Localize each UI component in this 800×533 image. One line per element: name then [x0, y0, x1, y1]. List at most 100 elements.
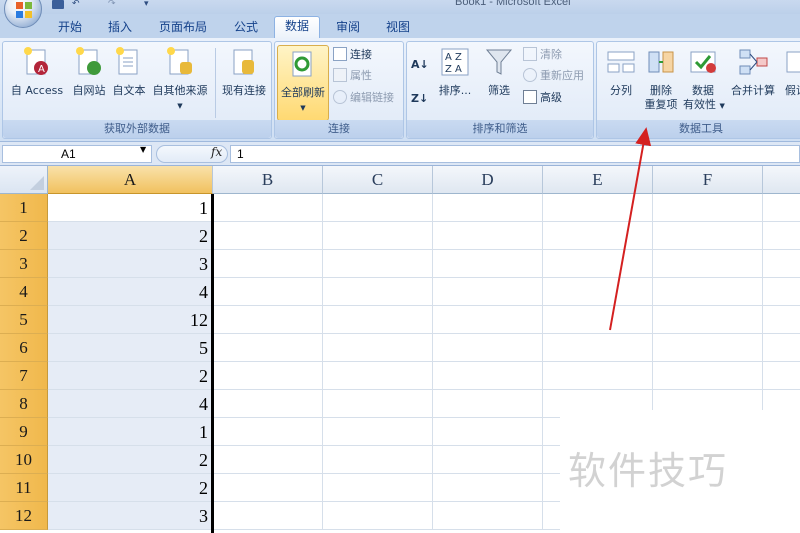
from-text-button[interactable]: 自文本 [109, 46, 149, 98]
cell[interactable] [763, 250, 800, 278]
insert-function-icon[interactable]: fx [211, 145, 222, 159]
from-web-button[interactable]: 自网站 [69, 46, 109, 98]
cell[interactable] [433, 194, 543, 222]
cell[interactable] [433, 362, 543, 390]
cell[interactable] [543, 194, 653, 222]
cell[interactable] [433, 502, 543, 530]
tab-data[interactable]: 数据 [274, 16, 320, 40]
cell[interactable] [213, 362, 323, 390]
cell-a5[interactable]: 12 [48, 306, 213, 334]
row-header-5[interactable]: 5 [0, 306, 48, 334]
cell[interactable] [543, 278, 653, 306]
redo-icon[interactable]: ↷ [108, 0, 120, 9]
cell-a10[interactable]: 2 [48, 446, 213, 474]
filter-button[interactable]: 筛选 [481, 46, 517, 98]
cell-a12[interactable]: 3 [48, 502, 213, 530]
cell[interactable] [433, 222, 543, 250]
cell[interactable] [433, 306, 543, 334]
cell-a4[interactable]: 4 [48, 278, 213, 306]
cell[interactable] [653, 222, 763, 250]
cell[interactable] [653, 306, 763, 334]
cell-a11[interactable]: 2 [48, 474, 213, 502]
row-header-6[interactable]: 6 [0, 334, 48, 362]
cell[interactable] [433, 334, 543, 362]
cell[interactable] [213, 194, 323, 222]
cell[interactable] [543, 250, 653, 278]
save-icon[interactable] [52, 0, 64, 9]
remove-duplicates-button[interactable]: 删除 重复项 [641, 46, 681, 112]
row-header-1[interactable]: 1 [0, 194, 48, 222]
name-box[interactable]: A1 [2, 145, 152, 163]
cell[interactable] [213, 250, 323, 278]
row-header-10[interactable]: 10 [0, 446, 48, 474]
cell[interactable] [433, 446, 543, 474]
row-header-8[interactable]: 8 [0, 390, 48, 418]
cell[interactable] [323, 278, 433, 306]
cell-a3[interactable]: 3 [48, 250, 213, 278]
cell[interactable] [213, 418, 323, 446]
column-header-e[interactable]: E [543, 166, 653, 194]
cell-a6[interactable]: 5 [48, 334, 213, 362]
tab-home[interactable]: 开始 [50, 18, 90, 38]
cell[interactable] [543, 334, 653, 362]
cell[interactable] [653, 194, 763, 222]
cell[interactable] [763, 194, 800, 222]
select-all-button[interactable] [0, 166, 48, 194]
sort-descending-button[interactable]: Z↓ [411, 90, 428, 108]
column-header-d[interactable]: D [433, 166, 543, 194]
column-header-b[interactable]: B [213, 166, 323, 194]
sort-button[interactable]: A Z Z A 排序... [435, 46, 475, 98]
cell[interactable] [213, 222, 323, 250]
cell[interactable] [323, 194, 433, 222]
column-header-g[interactable] [763, 166, 800, 194]
cell-a7[interactable]: 2 [48, 362, 213, 390]
cell[interactable] [763, 362, 800, 390]
row-header-2[interactable]: 2 [0, 222, 48, 250]
cell[interactable] [213, 278, 323, 306]
reapply-button[interactable]: 重新应用 [523, 67, 584, 85]
cell[interactable] [433, 474, 543, 502]
cell[interactable] [323, 446, 433, 474]
cell[interactable] [323, 502, 433, 530]
cell[interactable] [543, 222, 653, 250]
row-header-9[interactable]: 9 [0, 418, 48, 446]
cell[interactable] [763, 278, 800, 306]
customize-qat-icon[interactable]: ▾ [144, 0, 156, 9]
refresh-all-button[interactable]: 全部刷新 ▼ [277, 45, 329, 121]
undo-icon[interactable]: ↶ [72, 0, 84, 9]
cell[interactable] [213, 502, 323, 530]
existing-connections-button[interactable]: 现有连接 [217, 46, 271, 98]
cell[interactable] [763, 306, 800, 334]
what-if-button[interactable]: 假设 [781, 46, 800, 98]
cell[interactable] [213, 474, 323, 502]
edit-links-button[interactable]: 编辑链接 [333, 89, 394, 107]
cell[interactable] [323, 306, 433, 334]
cell[interactable] [653, 334, 763, 362]
cell[interactable] [653, 250, 763, 278]
cell[interactable] [433, 390, 543, 418]
cell[interactable] [543, 362, 653, 390]
cell[interactable] [653, 278, 763, 306]
cell[interactable] [433, 250, 543, 278]
row-header-11[interactable]: 11 [0, 474, 48, 502]
cell[interactable] [213, 306, 323, 334]
cell-a1[interactable]: 1 [48, 194, 213, 222]
tab-review[interactable]: 审阅 [328, 18, 368, 38]
cell[interactable] [323, 250, 433, 278]
cell[interactable] [213, 334, 323, 362]
cell[interactable] [763, 222, 800, 250]
cell[interactable] [323, 222, 433, 250]
cell-a2[interactable]: 2 [48, 222, 213, 250]
connections-button[interactable]: 连接 [333, 46, 372, 64]
cell[interactable] [543, 306, 653, 334]
cell[interactable] [213, 390, 323, 418]
consolidate-button[interactable]: 合并计算 [727, 46, 779, 98]
formula-input[interactable]: 1 [230, 145, 800, 163]
cell[interactable] [763, 334, 800, 362]
tab-insert[interactable]: 插入 [100, 18, 140, 38]
cell[interactable] [323, 362, 433, 390]
data-validation-button[interactable]: 数据 有效性 ▼ [683, 46, 725, 113]
column-header-a[interactable]: A [48, 166, 213, 194]
column-header-c[interactable]: C [323, 166, 433, 194]
row-header-12[interactable]: 12 [0, 502, 48, 530]
